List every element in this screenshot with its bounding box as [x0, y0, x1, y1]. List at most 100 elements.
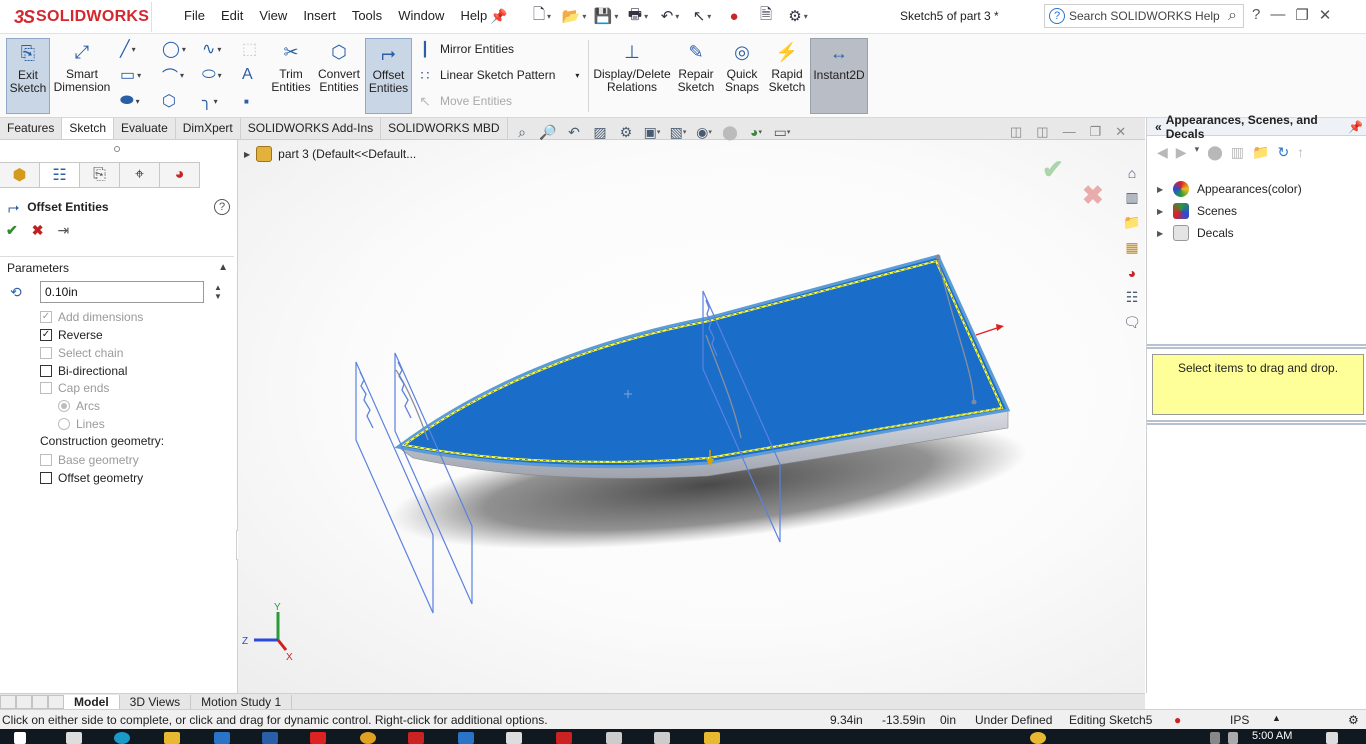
save-icon[interactable]: 💾 ▾ [592, 5, 620, 27]
confirmation-corner-cancel-icon[interactable]: ✖ [1082, 180, 1104, 211]
tab-model[interactable]: Model [64, 694, 120, 709]
close-icon[interactable]: ✕ [1319, 6, 1332, 24]
up-one-level-icon[interactable]: ↑ [1297, 144, 1304, 161]
tab-evaluate[interactable]: Evaluate [114, 118, 176, 139]
view-palette-icon[interactable]: ▦ [1121, 237, 1143, 258]
viewport-minimize-icon[interactable]: — [1063, 124, 1076, 140]
solidworks-resources-home-icon[interactable]: ⌂ [1121, 162, 1143, 183]
confirmation-corner-ok-icon[interactable]: ✔ [1042, 154, 1064, 185]
task-view-icon[interactable] [66, 732, 82, 744]
action-center-icon[interactable] [1326, 732, 1338, 744]
menu-file[interactable]: File [176, 0, 213, 32]
add-folder-icon[interactable]: 📁 [1252, 144, 1269, 161]
smart-dimension-button[interactable]: ⤢ Smart Dimension [52, 38, 112, 114]
volume-icon[interactable] [1228, 732, 1238, 744]
dimxpert-manager-tab-icon[interactable]: ⌖ [120, 162, 160, 188]
point-tool[interactable]: ■ [244, 90, 249, 112]
scroll-first-icon[interactable] [0, 694, 16, 709]
menu-window[interactable]: Window [390, 0, 452, 32]
select-pointer-icon[interactable]: ↖ ▾ [688, 5, 716, 27]
display-manager-tab-icon[interactable]: ◕ [160, 162, 200, 188]
offset-entities-button[interactable]: ⮣ Offset Entities [365, 38, 412, 114]
pane-splitter[interactable] [1147, 344, 1366, 349]
dynamic-annotation-icon[interactable]: ⚙ [616, 122, 636, 142]
solidworks-taskbar-icon[interactable] [556, 732, 572, 744]
plane-tool[interactable]: ⬚ [242, 38, 257, 60]
exit-sketch-button[interactable]: ⎘ Exit Sketch [6, 38, 50, 114]
expand-arrow-icon[interactable]: ▶ [1157, 207, 1165, 216]
panel-grip[interactable] [114, 146, 120, 152]
design-library-icon[interactable]: ▥ [1121, 187, 1143, 208]
vertex-dot[interactable] [935, 254, 941, 260]
start-icon[interactable] [14, 732, 26, 744]
tab-sketch[interactable]: Sketch [62, 118, 115, 139]
cancel-x-icon[interactable]: ✖ [32, 222, 44, 239]
tree-item-scenes[interactable]: ▶ Scenes [1157, 200, 1302, 222]
pin-menu-icon[interactable]: 📌 [490, 8, 507, 25]
open-folder-icon[interactable]: 📂 ▾ [560, 5, 588, 27]
select-chain-checkbox[interactable]: Select chain [40, 345, 123, 361]
network-icon[interactable] [1210, 732, 1220, 744]
offset-distance-input[interactable] [40, 281, 204, 303]
edit-appearance-icon[interactable]: ⬤ [720, 122, 740, 142]
units-dropdown-icon[interactable]: ▲ [1272, 713, 1281, 723]
solidworks-forum-icon[interactable]: 🗨 [1121, 312, 1143, 333]
chrome-icon[interactable] [360, 732, 376, 744]
drag-arrow-red[interactable] [975, 324, 1004, 336]
file-explorer-taskbar-icon[interactable] [164, 732, 180, 744]
scroll-prev-icon[interactable] [16, 694, 32, 709]
undo-icon[interactable]: ↶ ▾ [656, 5, 684, 27]
file-properties-icon[interactable]: 🗎 [752, 5, 780, 27]
configuration-manager-tab-icon[interactable]: ⎘ [80, 162, 120, 188]
scroll-next-icon[interactable] [32, 694, 48, 709]
help-menu-icon[interactable]: ? [1252, 6, 1260, 24]
units-selector[interactable]: IPS [1230, 713, 1249, 727]
linear-sketch-pattern-button[interactable]: ∷ Linear Sketch Pattern ▾ [416, 64, 580, 86]
apply-scene-icon[interactable]: ◕ ▾ [746, 122, 766, 142]
ok-checkmark-icon[interactable]: ✔ [6, 222, 18, 239]
mail-icon[interactable] [262, 732, 278, 744]
feature-manager-tab-icon[interactable]: ⬢ [0, 162, 40, 188]
model-viewport[interactable] [238, 140, 1145, 693]
vertex-dot[interactable] [971, 399, 977, 405]
menu-view[interactable]: View [251, 0, 295, 32]
file-explorer-icon[interactable]: 📁 [1121, 212, 1143, 233]
reverse-checkbox[interactable]: ✓ Reverse [40, 327, 103, 343]
expand-arrow-icon[interactable]: ▶ [244, 150, 250, 159]
graphics-area[interactable]: ▶ part 3 (Default<<Default... ✔ ✖ Y Z X [238, 140, 1145, 693]
slot-tool[interactable]: ⬬ ▾ [120, 90, 140, 112]
weather-icon[interactable] [1030, 732, 1046, 744]
display-style-icon[interactable]: ▧ ▾ [668, 122, 688, 142]
mirror-entities-button[interactable]: ┃ Mirror Entities [416, 38, 514, 60]
expand-arrow-icon[interactable]: ▶ [1157, 229, 1165, 238]
tab-motion-study[interactable]: Motion Study 1 [191, 694, 293, 709]
new-document-icon[interactable]: 🗋 ▾ [528, 5, 556, 27]
hide-show-items-icon[interactable]: ◉ ▾ [694, 122, 714, 142]
tree-item-decals[interactable]: ▶ Decals [1157, 222, 1302, 244]
rapid-sketch-button[interactable]: ⚡ Rapid Sketch [766, 38, 808, 114]
property-manager-tab-icon[interactable]: ☷ [40, 162, 80, 188]
task-pane-pin-icon[interactable]: 📌 [1348, 120, 1363, 134]
tab-features[interactable]: Features [0, 118, 63, 139]
collapse-pane-icon[interactable]: « [1155, 120, 1162, 134]
print-icon[interactable]: 🖶 ▾ [624, 5, 652, 27]
tab-addins[interactable]: SOLIDWORKS Add-Ins [241, 118, 382, 139]
offset-geometry-checkbox[interactable]: Offset geometry [40, 470, 143, 486]
line-tool[interactable]: ╱ ▾ [120, 38, 136, 60]
store-icon[interactable] [214, 732, 230, 744]
refresh-icon[interactable]: ↻ [1277, 144, 1289, 161]
scroll-last-icon[interactable] [48, 694, 64, 709]
arc-tool[interactable]: ⌒ ▾ [162, 64, 184, 86]
appearances-scenes-icon[interactable]: ◕ [1121, 262, 1143, 283]
distance-spinner[interactable]: ▲ ▼ [214, 283, 222, 301]
tab-mbd[interactable]: SOLIDWORKS MBD [381, 118, 508, 139]
menu-insert[interactable]: Insert [295, 0, 344, 32]
fillet-tool[interactable]: ╮ ▾ [202, 90, 218, 112]
display-delete-relations-button[interactable]: ⊥ Display/Delete Relations [593, 38, 670, 114]
pane-splitter-bottom[interactable] [1147, 420, 1366, 425]
word-icon[interactable] [458, 732, 474, 744]
menu-tools[interactable]: Tools [344, 0, 390, 32]
section-view-icon[interactable]: ▨ [590, 122, 610, 142]
instant2d-button[interactable]: ↔ Instant2D [810, 38, 868, 114]
text-tool[interactable]: A [242, 64, 253, 86]
